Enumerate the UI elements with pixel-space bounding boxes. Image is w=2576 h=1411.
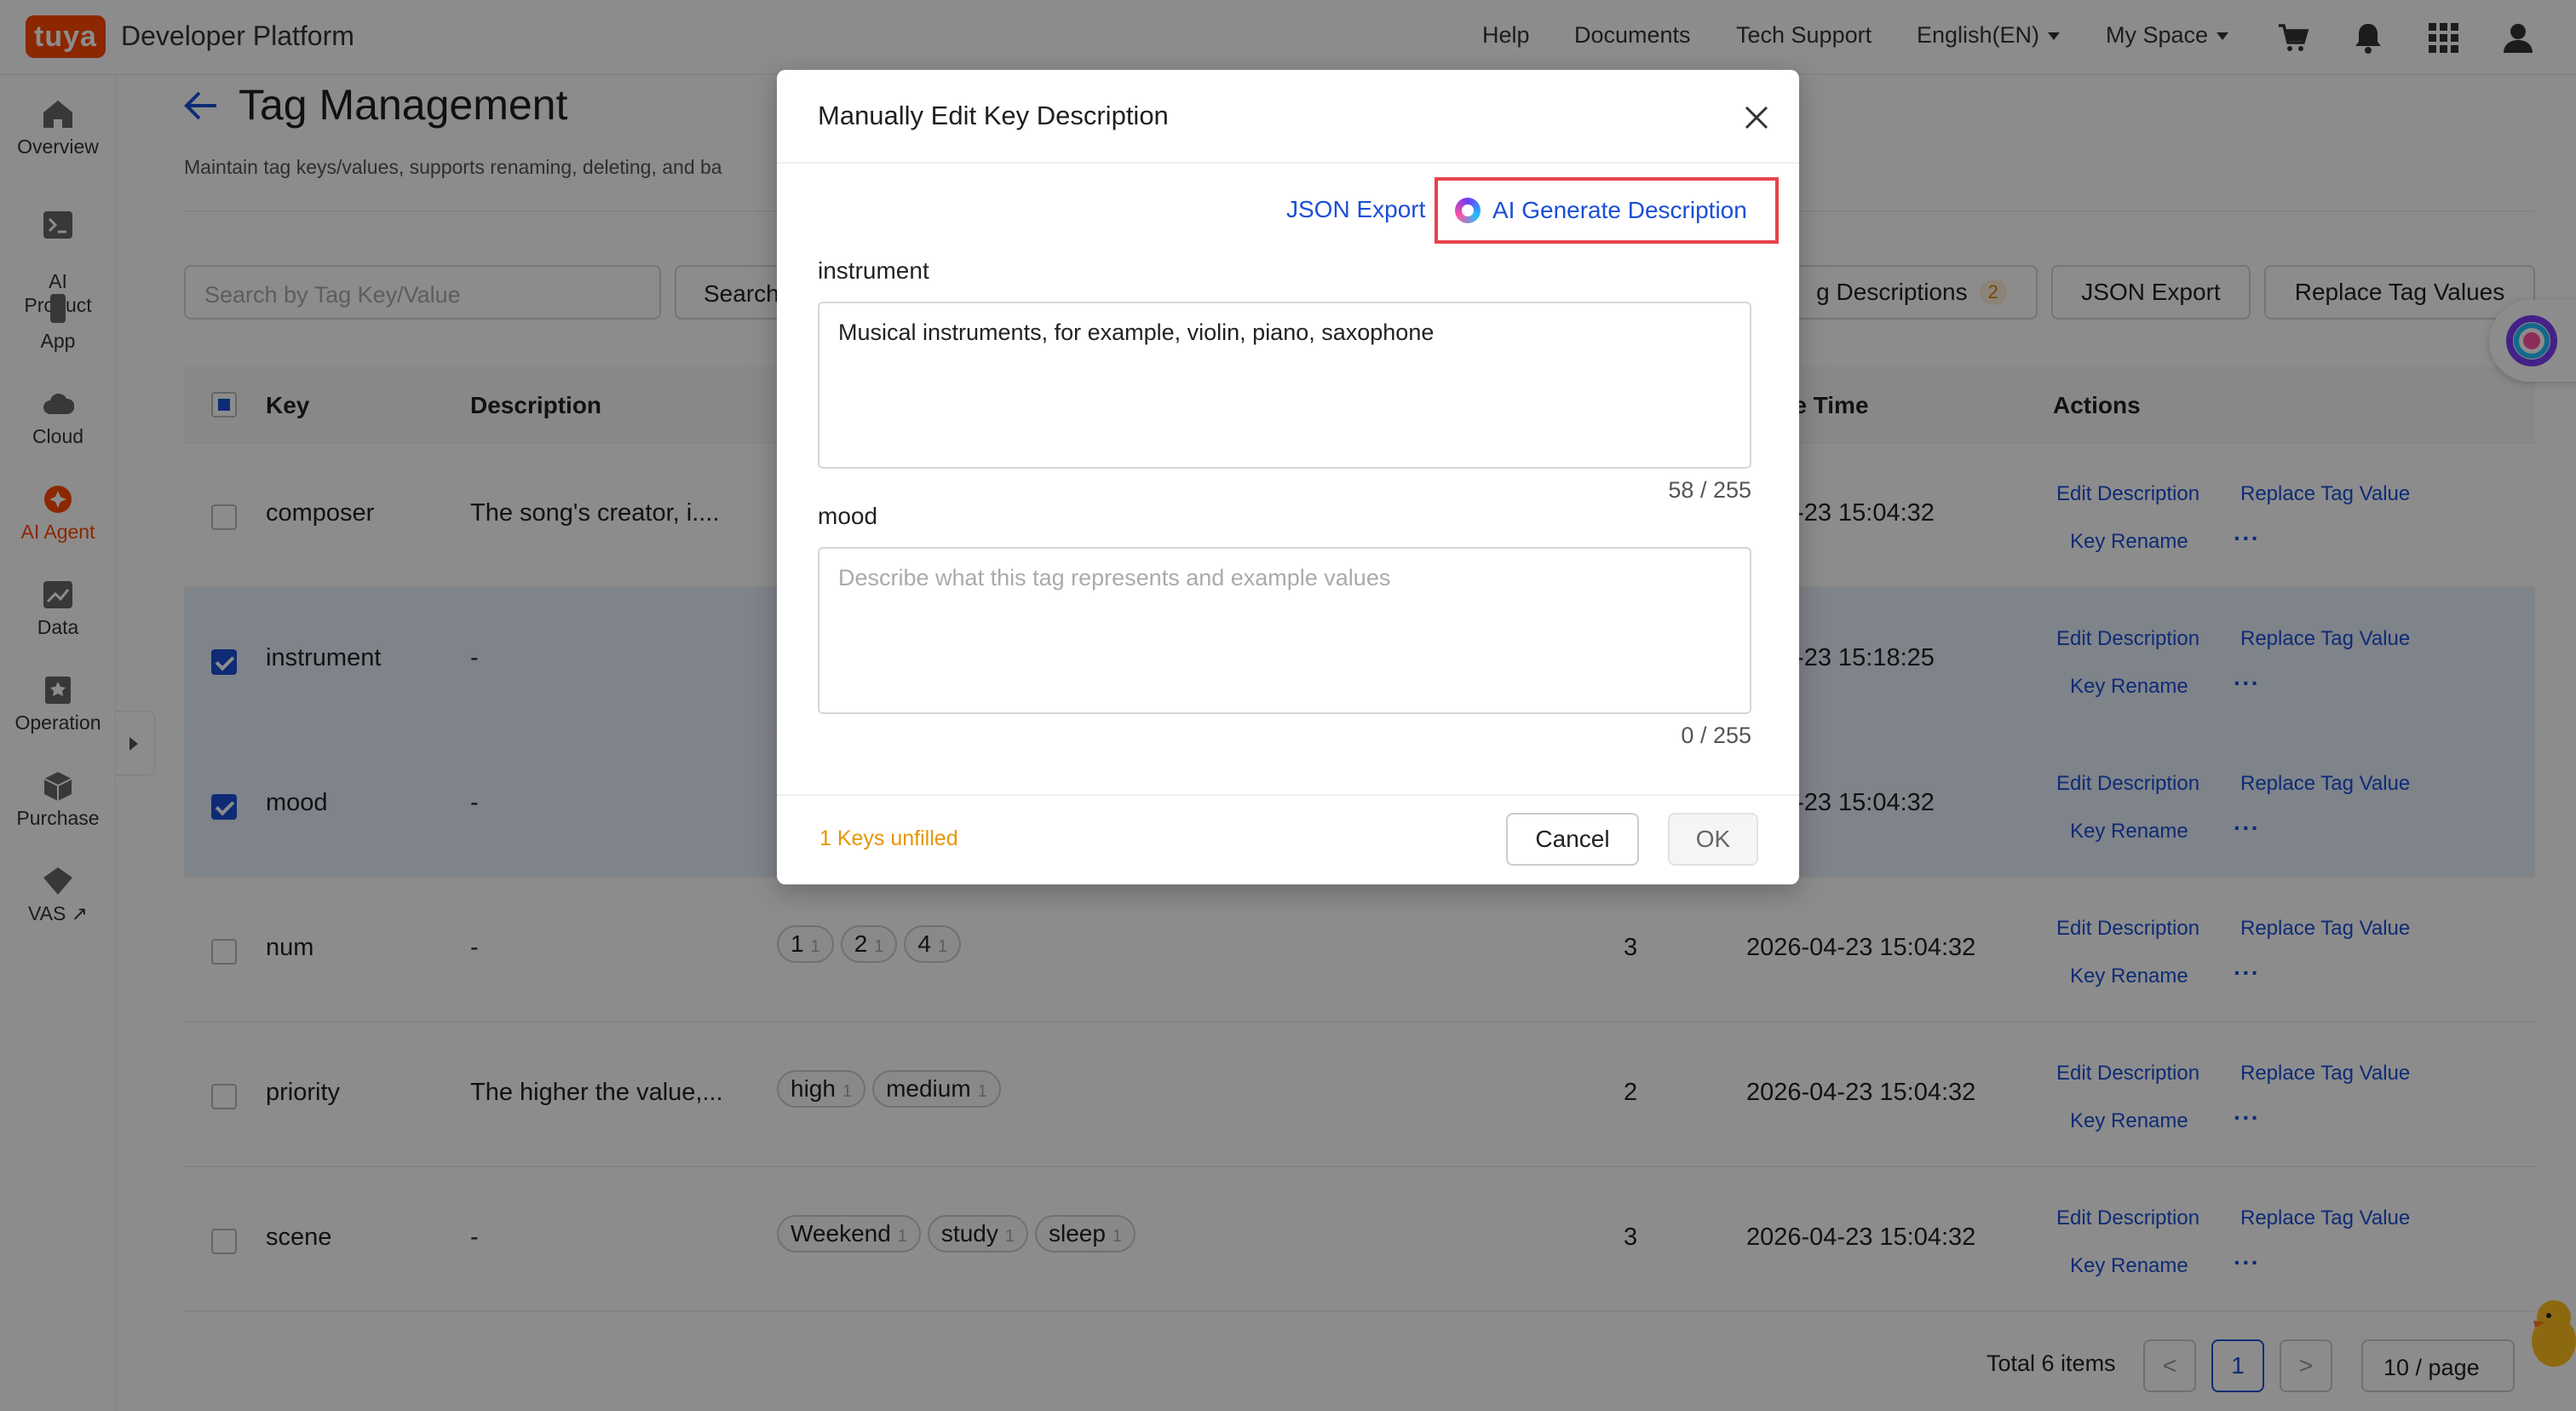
modal-json-export-link[interactable]: JSON Export	[1286, 196, 1425, 223]
ai-orb-icon	[1455, 198, 1481, 223]
modal-footer-divider	[777, 794, 1799, 796]
char-counter: 58 / 255	[1668, 477, 1751, 503]
unfilled-keys-status: 1 Keys unfilled	[819, 826, 958, 850]
page-root: tuya Developer Platform Help Documents T…	[0, 0, 2576, 1411]
ai-generate-description-button[interactable]: AI Generate Description	[1435, 177, 1779, 244]
instrument-description-textarea[interactable]: Musical instruments, for example, violin…	[818, 302, 1751, 469]
edit-description-modal: Manually Edit Key Description JSON Expor…	[777, 70, 1799, 884]
modal-divider	[777, 162, 1799, 164]
field-label-mood: mood	[818, 503, 878, 529]
modal-title: Manually Edit Key Description	[818, 101, 1169, 130]
char-counter: 0 / 255	[1681, 723, 1751, 748]
ai-generate-label: AI Generate Description	[1492, 197, 1747, 223]
mood-description-textarea[interactable]: Describe what this tag represents and ex…	[818, 547, 1751, 714]
cancel-button[interactable]: Cancel	[1506, 813, 1639, 866]
close-icon[interactable]	[1741, 102, 1772, 133]
field-label-instrument: instrument	[818, 257, 929, 284]
ok-button[interactable]: OK	[1668, 813, 1758, 866]
